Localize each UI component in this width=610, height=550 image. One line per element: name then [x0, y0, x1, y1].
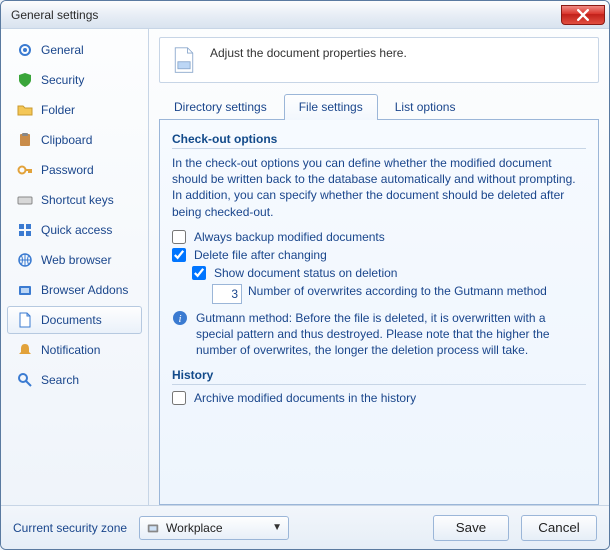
checkbox-always-backup[interactable] — [172, 230, 186, 244]
zone-label: Current security zone — [13, 521, 127, 535]
sidebar-item-search[interactable]: Search — [7, 366, 142, 394]
checkbox-archive-history[interactable] — [172, 391, 186, 405]
info-icon: i — [172, 310, 188, 326]
sidebar-item-label: Password — [41, 163, 94, 177]
close-button[interactable] — [561, 5, 605, 25]
info-banner: Adjust the document properties here. — [159, 37, 599, 83]
tab-directory-settings[interactable]: Directory settings — [159, 94, 282, 120]
sidebar-item-label: Web browser — [41, 253, 111, 267]
banner-text: Adjust the document properties here. — [210, 46, 407, 60]
sidebar-item-security[interactable]: Security — [7, 66, 142, 94]
folder-icon — [17, 102, 33, 118]
search-icon — [17, 372, 33, 388]
section-history-title: History — [172, 368, 586, 385]
sidebar-item-label: Quick access — [41, 223, 112, 237]
main: Adjust the document properties here. Dir… — [149, 29, 609, 505]
sidebar-item-documents[interactable]: Documents — [7, 306, 142, 334]
sidebar-item-label: Browser Addons — [41, 283, 128, 297]
body: General Security Folder Clipboard Passwo… — [1, 29, 609, 505]
sidebar-item-label: General — [41, 43, 84, 57]
keyboard-icon — [17, 192, 33, 208]
shield-icon — [17, 72, 33, 88]
checkbox-delete-after[interactable] — [172, 248, 186, 262]
addons-icon — [17, 282, 33, 298]
gutmann-note: i Gutmann method: Before the file is del… — [172, 310, 586, 359]
sidebar-item-label: Notification — [41, 343, 100, 357]
quick-icon — [17, 222, 33, 238]
tabs: Directory settings File settings List op… — [159, 93, 599, 120]
label-show-status: Show document status on deletion — [214, 266, 397, 280]
sidebar-item-clipboard[interactable]: Clipboard — [7, 126, 142, 154]
sidebar-item-label: Shortcut keys — [41, 193, 114, 207]
tab-file-settings[interactable]: File settings — [284, 94, 378, 120]
sidebar-item-label: Folder — [41, 103, 75, 117]
sidebar-item-general[interactable]: General — [7, 36, 142, 64]
window-title: General settings — [11, 8, 98, 22]
sidebar-item-browser-addons[interactable]: Browser Addons — [7, 276, 142, 304]
window: General settings General Security Folder… — [0, 0, 610, 550]
panel-file-settings: Check-out options In the check-out optio… — [159, 120, 599, 505]
input-overwrites[interactable] — [212, 284, 242, 304]
zone-value: Workplace — [166, 521, 222, 535]
bell-icon — [17, 342, 33, 358]
document-large-icon — [170, 46, 198, 74]
document-icon — [17, 312, 33, 328]
sidebar-item-folder[interactable]: Folder — [7, 96, 142, 124]
section-checkout-title: Check-out options — [172, 132, 586, 149]
clipboard-icon — [17, 132, 33, 148]
sidebar-item-web-browser[interactable]: Web browser — [7, 246, 142, 274]
sidebar-item-notification[interactable]: Notification — [7, 336, 142, 364]
svg-text:i: i — [178, 313, 181, 325]
titlebar: General settings — [1, 1, 609, 29]
label-overwrites: Number of overwrites according to the Gu… — [248, 284, 547, 298]
sidebar-item-label: Documents — [41, 313, 102, 327]
sidebar-item-label: Search — [41, 373, 79, 387]
sidebar-item-shortcut-keys[interactable]: Shortcut keys — [7, 186, 142, 214]
key-icon — [17, 162, 33, 178]
checkbox-show-status[interactable] — [192, 266, 206, 280]
chevron-down-icon: ▼ — [272, 522, 282, 533]
sidebar-item-quick-access[interactable]: Quick access — [7, 216, 142, 244]
sidebar: General Security Folder Clipboard Passwo… — [1, 29, 149, 505]
tab-list-options[interactable]: List options — [380, 94, 471, 120]
globe-icon — [17, 252, 33, 268]
sidebar-item-password[interactable]: Password — [7, 156, 142, 184]
close-icon — [577, 9, 589, 21]
save-button[interactable]: Save — [433, 515, 509, 541]
section-checkout-desc: In the check-out options you can define … — [172, 155, 586, 220]
zone-select[interactable]: Workplace ▼ — [139, 516, 289, 540]
label-archive-history: Archive modified documents in the histor… — [194, 391, 416, 405]
sidebar-item-label: Clipboard — [41, 133, 92, 147]
gear-icon — [17, 42, 33, 58]
workplace-icon — [146, 521, 160, 535]
cancel-button[interactable]: Cancel — [521, 515, 597, 541]
gutmann-note-text: Gutmann method: Before the file is delet… — [196, 310, 586, 359]
label-delete-after: Delete file after changing — [194, 248, 327, 262]
sidebar-item-label: Security — [41, 73, 84, 87]
label-always-backup: Always backup modified documents — [194, 230, 385, 244]
footer: Current security zone Workplace ▼ Save C… — [1, 505, 609, 549]
